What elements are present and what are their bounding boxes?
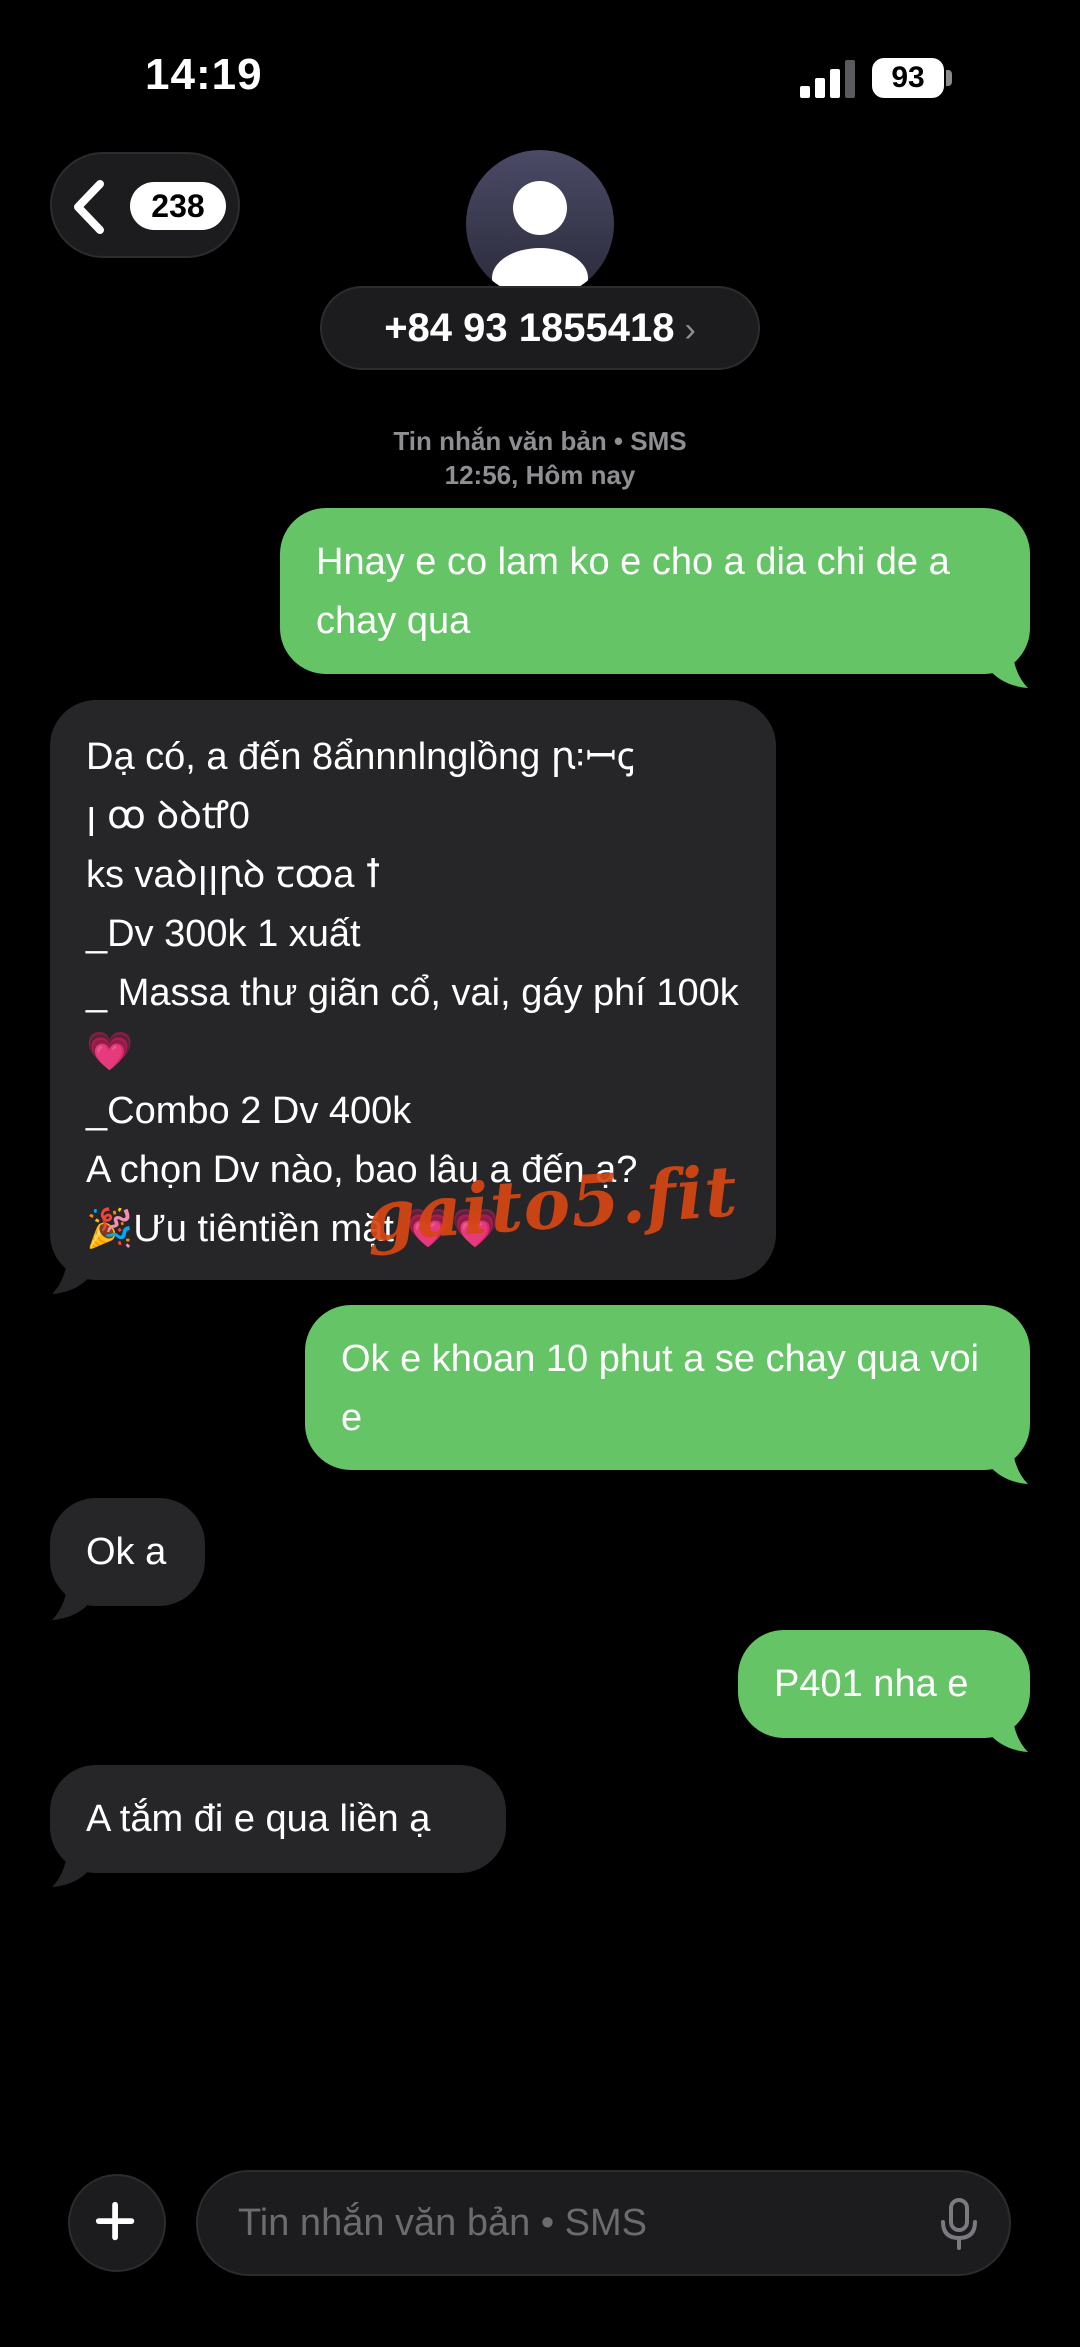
timestamp-time: 12:56, Hôm nay bbox=[444, 460, 636, 490]
status-time: 14:19 bbox=[145, 50, 263, 99]
message-input[interactable]: Tin nhắn văn bản • SMS bbox=[196, 2170, 1011, 2276]
chevron-left-icon bbox=[74, 180, 104, 234]
message-bubble-sent[interactable]: P401 nha e bbox=[738, 1630, 1030, 1738]
person-icon bbox=[492, 181, 588, 298]
back-button[interactable]: 238 bbox=[50, 152, 240, 258]
bubble-tail bbox=[988, 648, 1028, 688]
bubble-tail bbox=[988, 1444, 1028, 1484]
message-input-placeholder: Tin nhắn văn bản • SMS bbox=[238, 2202, 648, 2244]
message-bubble-sent[interactable]: Hnay e co lam ko e cho a dia chi de a ch… bbox=[280, 508, 1030, 674]
contact-number: +84 93 1855418 bbox=[384, 306, 675, 350]
unread-count-badge: 238 bbox=[130, 182, 226, 230]
contact-avatar[interactable] bbox=[466, 150, 614, 298]
signal-icon bbox=[800, 60, 855, 98]
battery-tip bbox=[946, 70, 952, 86]
add-attachment-button[interactable] bbox=[68, 2174, 166, 2272]
plus-icon bbox=[95, 2201, 135, 2241]
message-bubble-sent[interactable]: Ok e khoan 10 phut a se chay qua voi e bbox=[305, 1305, 1030, 1470]
contact-name-button[interactable]: +84 93 1855418 › bbox=[320, 286, 760, 370]
bubble-tail bbox=[52, 1580, 92, 1620]
conversation-timestamp: Tin nhắn văn bản • SMS 12:56, Hôm nay bbox=[0, 424, 1080, 492]
battery-indicator: 93 bbox=[872, 58, 944, 98]
bubble-tail bbox=[52, 1254, 92, 1294]
microphone-icon[interactable] bbox=[939, 2198, 979, 2250]
bubble-tail bbox=[52, 1847, 92, 1887]
message-bubble-received[interactable]: A tắm đi e qua liền ạ bbox=[50, 1765, 506, 1873]
chevron-right-icon: › bbox=[684, 311, 696, 349]
timestamp-service: Tin nhắn văn bản • SMS bbox=[393, 426, 687, 456]
bubble-tail bbox=[988, 1712, 1028, 1752]
